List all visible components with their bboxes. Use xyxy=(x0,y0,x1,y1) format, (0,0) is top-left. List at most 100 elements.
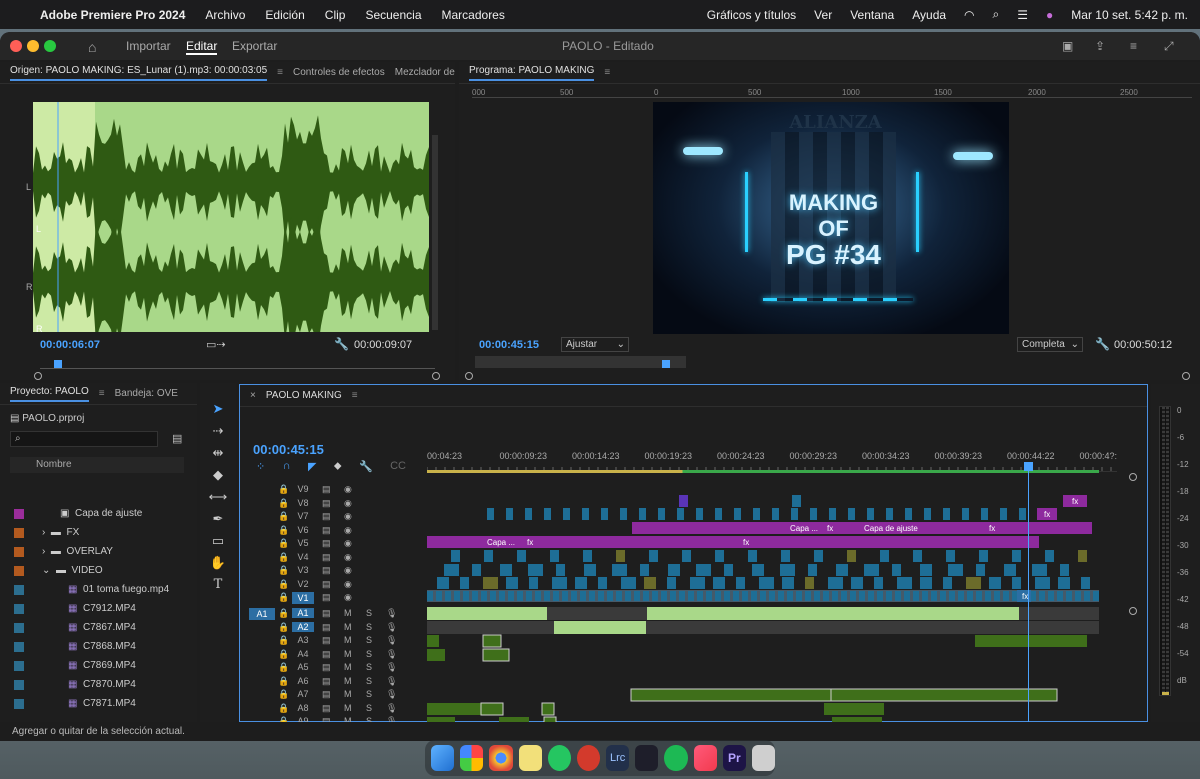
video-clip[interactable] xyxy=(808,564,817,576)
video-clip[interactable] xyxy=(644,577,656,589)
marker-icon[interactable]: ⬥ xyxy=(334,460,342,473)
hand-icon[interactable]: ✋ xyxy=(210,555,226,571)
video-clip[interactable] xyxy=(1012,577,1021,589)
video-clip[interactable] xyxy=(526,591,532,601)
lock-icon[interactable]: 🔒 xyxy=(278,608,289,619)
video-clip[interactable] xyxy=(967,591,973,601)
video-clip[interactable] xyxy=(582,508,589,520)
video-clip[interactable] xyxy=(552,577,567,589)
eye-icon[interactable]: ◉ xyxy=(344,579,352,590)
video-clip[interactable] xyxy=(506,508,513,520)
video-clip[interactable] xyxy=(778,591,784,601)
tab-source[interactable]: Origen: PAOLO MAKING: ES_Lunar (1).mp3: … xyxy=(10,65,268,81)
video-clip[interactable] xyxy=(931,591,937,601)
video-clip[interactable] xyxy=(706,591,712,601)
sync-lock-icon[interactable]: ▤ xyxy=(322,592,331,603)
video-clip[interactable] xyxy=(661,591,667,601)
program-playhead[interactable] xyxy=(662,360,670,368)
track-name[interactable]: V2 xyxy=(292,579,314,589)
share-icon[interactable]: ▣ xyxy=(1062,39,1073,53)
video-clip[interactable] xyxy=(867,508,874,520)
video-clip[interactable] xyxy=(733,591,739,601)
menu-secuencia[interactable]: Secuencia xyxy=(365,8,421,22)
video-clip[interactable] xyxy=(905,508,912,520)
video-clip[interactable] xyxy=(583,550,592,562)
track-name[interactable]: V6 xyxy=(292,525,314,535)
list-item[interactable]: ⌄ ▬ VIDEO xyxy=(14,561,184,580)
wrench-icon[interactable]: 🔧 xyxy=(359,460,373,473)
track-name[interactable]: A7 xyxy=(292,689,314,699)
sync-lock-icon[interactable]: ▤ xyxy=(322,484,331,495)
tab-project[interactable]: Proyecto: PAOLO xyxy=(10,386,89,402)
video-clip[interactable] xyxy=(1032,564,1047,576)
menu-ventana[interactable]: Ventana xyxy=(850,8,894,22)
audio-clip[interactable] xyxy=(482,634,502,648)
video-clip[interactable] xyxy=(437,577,449,589)
control-center-icon[interactable]: ☰ xyxy=(1017,8,1028,22)
lock-icon[interactable]: 🔒 xyxy=(278,662,289,673)
track-header[interactable]: 🔒 A6 ▤ M S 🎙 xyxy=(244,676,427,689)
video-clip[interactable] xyxy=(696,564,711,576)
timeline-clips[interactable]: fx Capa ... fx fx Capa ... Capa de ajuste fx fx… xyxy=(427,480,1117,738)
video-clip[interactable] xyxy=(584,564,596,576)
lock-icon[interactable]: 🔒 xyxy=(278,622,289,633)
solo-button[interactable]: S xyxy=(366,676,372,686)
solo-button[interactable]: S xyxy=(366,622,372,632)
workspace-icon[interactable]: ≡ xyxy=(1130,39,1137,53)
mic-icon[interactable]: 🎙 xyxy=(386,662,397,673)
video-clip[interactable] xyxy=(508,591,514,601)
video-clip[interactable] xyxy=(649,550,658,562)
video-clip[interactable] xyxy=(454,591,460,601)
video-clip[interactable] xyxy=(981,508,988,520)
video-clip[interactable] xyxy=(724,591,730,601)
video-clip[interactable] xyxy=(1000,508,1007,520)
video-clip[interactable] xyxy=(829,508,836,520)
wrench-icon[interactable]: 🔧 xyxy=(334,337,349,351)
video-clip[interactable] xyxy=(634,591,640,601)
track-header[interactable]: 🔒 A8 ▤ M S 🎙 xyxy=(244,703,427,716)
zoom-handle-right[interactable] xyxy=(1182,372,1190,380)
menu-ayuda[interactable]: Ayuda xyxy=(912,8,946,22)
video-clip[interactable] xyxy=(1004,564,1016,576)
tab-audio-mixer[interactable]: Mezclador de xyxy=(395,67,455,78)
video-clip[interactable] xyxy=(966,577,981,589)
audio-clip[interactable] xyxy=(480,702,504,716)
video-clip[interactable] xyxy=(924,508,931,520)
video-clip[interactable] xyxy=(985,591,991,601)
video-clip[interactable] xyxy=(994,591,1000,601)
video-clip[interactable] xyxy=(946,550,955,562)
project-search-input[interactable]: ⌕ xyxy=(10,431,158,447)
zoom-handle-right[interactable] xyxy=(432,372,440,380)
video-clip[interactable] xyxy=(976,564,985,576)
video-clip[interactable] xyxy=(575,577,587,589)
sync-lock-icon[interactable]: ▤ xyxy=(322,676,331,687)
video-clip[interactable] xyxy=(742,591,748,601)
video-clip[interactable] xyxy=(886,591,892,601)
list-item[interactable]: ▣ Capa de ajuste xyxy=(14,504,184,523)
source-scrollbar[interactable] xyxy=(432,135,438,330)
video-clip[interactable] xyxy=(1084,591,1090,601)
video-clip[interactable] xyxy=(787,591,793,601)
nest-icon[interactable]: ⁘ xyxy=(256,460,265,473)
track-name[interactable]: A2 xyxy=(292,621,314,632)
tab-sequence[interactable]: PAOLO MAKING xyxy=(266,390,342,401)
video-clip[interactable] xyxy=(1066,591,1072,601)
track-header[interactable]: 🔒 V9 ▤ ◉ xyxy=(244,484,427,497)
list-item[interactable]: ▦ C7870.MP4 xyxy=(14,675,184,694)
video-clip[interactable] xyxy=(751,591,757,601)
sync-lock-icon[interactable]: ▤ xyxy=(322,635,331,646)
track-name[interactable]: V4 xyxy=(292,552,314,562)
lock-icon[interactable]: 🔒 xyxy=(278,649,289,660)
video-clip[interactable] xyxy=(529,577,538,589)
video-clip[interactable] xyxy=(463,591,469,601)
video-clip[interactable] xyxy=(859,591,865,601)
quality-dropdown[interactable]: Completa ⌄ xyxy=(1017,337,1083,352)
video-clip[interactable] xyxy=(796,591,802,601)
video-clip[interactable] xyxy=(677,508,684,520)
menu-ver[interactable]: Ver xyxy=(814,8,832,22)
video-clip[interactable] xyxy=(1012,550,1021,562)
close-window-button[interactable] xyxy=(10,40,22,52)
timeline-playhead[interactable] xyxy=(1024,462,1033,471)
audio-clip[interactable] xyxy=(482,648,510,662)
eye-icon[interactable]: ◉ xyxy=(344,511,352,522)
